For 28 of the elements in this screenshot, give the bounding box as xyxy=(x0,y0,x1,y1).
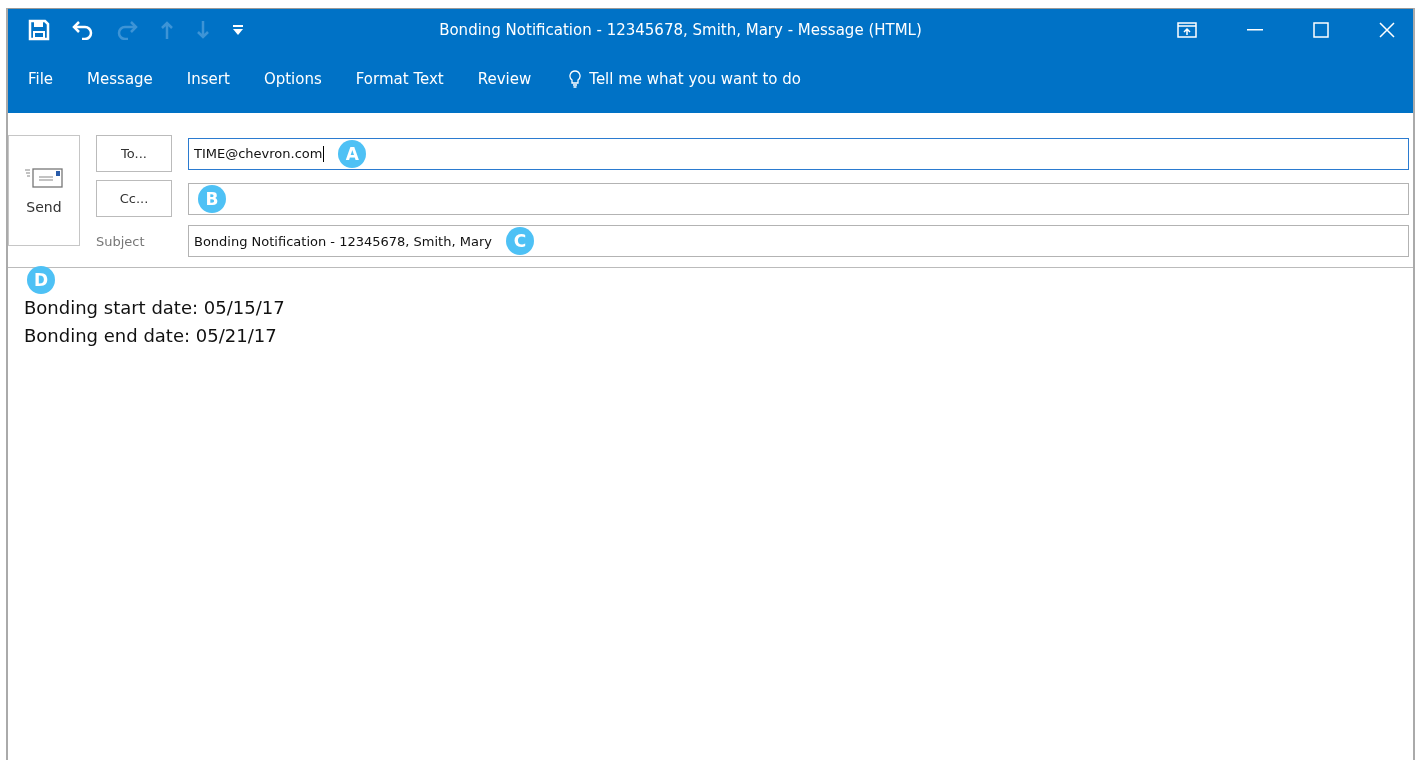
callout-badge: A xyxy=(338,139,367,168)
field-label: Subject xyxy=(96,233,146,249)
ribbon-display-icon[interactable] xyxy=(1177,22,1197,38)
body-text: Bonding end date: 05/21/17 xyxy=(24,324,278,348)
tell-me-search[interactable]: Tell me what you want to do xyxy=(563,69,807,89)
save-icon[interactable] xyxy=(28,19,50,41)
body-text: Bonding start date: 05/15/17 xyxy=(24,296,286,320)
ribbon-tab[interactable]: Insert xyxy=(172,70,244,88)
ribbon-tab[interactable]: Format Text xyxy=(341,70,458,88)
close-icon[interactable] xyxy=(1379,22,1395,38)
input-field[interactable]: TIME@chevron.com A xyxy=(188,137,1409,170)
ribbon-tab[interactable]: Review xyxy=(463,70,546,88)
customize-icon[interactable] xyxy=(232,24,244,36)
window-title: Bonding Notification - 12345678, Smith, Mary - Message (HTML) xyxy=(438,21,923,39)
address-button[interactable]: Cc... xyxy=(96,180,172,217)
envelope-icon xyxy=(24,166,64,189)
callout-badge: C xyxy=(505,227,534,255)
ribbon-tab[interactable]: File xyxy=(14,70,68,88)
input-field[interactable]: Bonding Notification - 12345678, Smith, Mary C xyxy=(188,225,1409,257)
ribbon-tab[interactable]: Message xyxy=(73,70,167,88)
maximize-icon[interactable] xyxy=(1313,22,1329,38)
callout-badge: B xyxy=(198,184,226,213)
undo-icon[interactable] xyxy=(72,20,94,40)
send-button[interactable]: Send xyxy=(8,135,80,246)
ribbon-tab[interactable]: Options xyxy=(249,70,336,88)
callout-badge: D xyxy=(27,266,55,294)
lightbulb-icon xyxy=(569,70,582,88)
address-button[interactable]: To... xyxy=(96,135,172,172)
